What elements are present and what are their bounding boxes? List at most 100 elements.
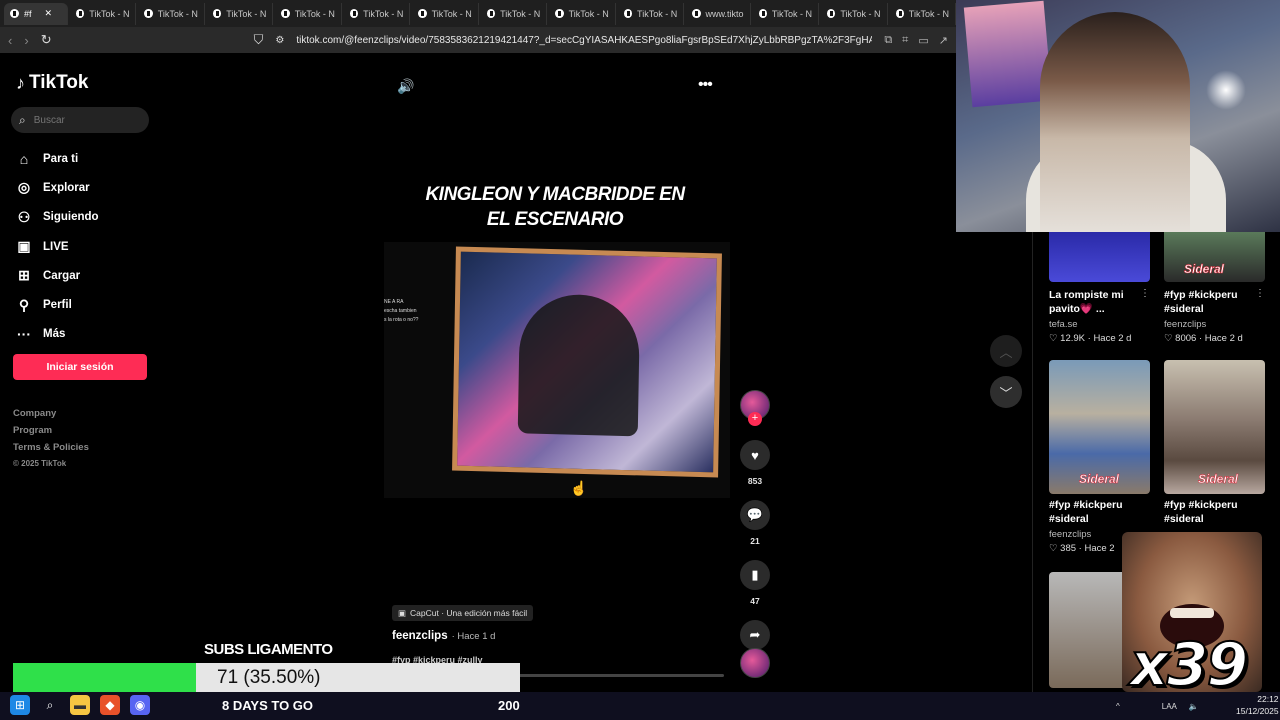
previous-video-button[interactable]: ︿ — [990, 335, 1022, 367]
forward-icon[interactable]: › — [24, 33, 28, 48]
browser-tab[interactable]: TikTok - N — [412, 2, 479, 25]
company-link[interactable]: Company — [13, 408, 89, 419]
browser-tab[interactable]: TikTok - N — [753, 2, 820, 25]
card-menu-icon[interactable]: ⋮ — [1140, 288, 1150, 299]
chevron-down-icon: ﹀ — [999, 385, 1013, 401]
tab-label: www.tikto — [705, 8, 744, 19]
browser-tab[interactable]: TikTok - N — [618, 2, 685, 25]
browser-tab[interactable]: TikTok - N — [481, 2, 548, 25]
follow-plus-icon[interactable]: + — [748, 412, 762, 426]
tab-label: TikTok - N — [431, 8, 472, 19]
site-info-icon[interactable]: ⚙ — [275, 35, 284, 46]
sidebar-item-más[interactable]: ··· Más — [16, 320, 99, 349]
video-card[interactable]: La rompiste mi pavito💗 ... ⋮ tefa.se ♡ 1… — [1049, 232, 1150, 344]
discord-icon[interactable]: ◉ — [130, 695, 150, 715]
rapper-silhouette — [517, 293, 641, 437]
browser-tab[interactable]: TikTok - N — [890, 2, 956, 25]
more-options-icon[interactable]: ••• — [698, 76, 713, 94]
sidebar-item-siguiendo[interactable]: ⚇ Siguiendo — [16, 203, 99, 232]
card-author[interactable]: tefa.se — [1049, 319, 1150, 330]
tiktok-logo[interactable]: ♪ TikTok — [16, 72, 88, 94]
browser-tab[interactable]: #f ✕ — [4, 2, 68, 25]
card-title[interactable]: La rompiste mi pavito💗 ... — [1049, 288, 1137, 316]
video-thumbnail[interactable]: Sideral — [1049, 360, 1150, 494]
search-icon: ⌕ — [19, 112, 26, 127]
video-card[interactable]: Sideral #fyp #kickperu #sideral ⋮ feenzc… — [1164, 232, 1265, 344]
sidebar-footer: Company Program Terms & Policies © 2025 … — [13, 408, 89, 468]
sidebar-item-para-ti[interactable]: ⌂ Para ti — [16, 144, 99, 173]
search-box[interactable]: ⌕ — [11, 107, 149, 133]
bookmark-icon[interactable]: ▮ — [740, 560, 770, 590]
card-author[interactable]: feenzclips — [1164, 319, 1265, 330]
video-card[interactable]: Sideral #fyp #kickperu #sideral — [1164, 360, 1265, 526]
compass-icon: ◎ — [17, 179, 31, 196]
share-arrow-icon[interactable]: ➦ — [740, 620, 770, 650]
browser-tab[interactable]: www.tikto — [686, 2, 751, 25]
video-thumbnail[interactable]: Sideral — [1164, 232, 1265, 282]
video-thumbnail[interactable]: Sideral — [1164, 360, 1265, 494]
chevron-up-tray-icon[interactable]: ^ — [1116, 702, 1120, 711]
post-time: · Hace 1 d — [451, 631, 496, 642]
search-taskbar-icon[interactable]: ⌕ — [40, 695, 60, 715]
reader-icon[interactable]: ⧉ — [884, 34, 892, 47]
browser-tab[interactable]: TikTok - N — [344, 2, 411, 25]
file-explorer-icon[interactable]: ▬ — [70, 695, 90, 715]
comment-icon[interactable]: 💬 — [740, 500, 770, 530]
tiktok-favicon-icon — [76, 9, 85, 18]
start-menu-icon[interactable]: ⊞ — [10, 695, 30, 715]
sound-disc-avatar[interactable] — [740, 648, 770, 678]
brave-browser-icon[interactable]: ◆ — [100, 695, 120, 715]
streamer-figure — [1040, 12, 1190, 232]
url-field[interactable]: tiktok.com/@feenzclips/video/75835836212… — [296, 35, 872, 46]
sidebar-item-live[interactable]: ▣ LIVE — [16, 232, 99, 261]
sidebar-item-label: Explorar — [43, 181, 90, 194]
card-title[interactable]: #fyp #kickperu #sideral — [1164, 288, 1252, 316]
sidebar-item-cargar[interactable]: ⊞ Cargar — [16, 261, 99, 290]
speaker-icon[interactable]: 🔈 — [1189, 702, 1199, 711]
cast-icon[interactable]: ▭ — [918, 34, 928, 47]
browser-tab[interactable]: TikTok - N — [207, 2, 274, 25]
card-likes: ♡ 385 — [1049, 543, 1077, 554]
profile-icon: ⚲ — [18, 296, 30, 313]
next-video-button[interactable]: ﹀ — [990, 376, 1022, 408]
share-icon[interactable]: ↗ — [939, 34, 948, 47]
like-action[interactable]: ♥ 853 — [740, 440, 770, 486]
bookmark-icon[interactable]: ⛉ — [254, 32, 264, 48]
capcut-tag[interactable]: ▣ CapCut · Una edición más fácil — [392, 605, 534, 621]
browser-tab[interactable]: TikTok - N — [70, 2, 137, 25]
save-action[interactable]: ▮ 47 — [740, 560, 770, 606]
author-name[interactable]: feenzclips — [392, 630, 448, 642]
tab-label: TikTok - N — [89, 8, 130, 19]
program-link[interactable]: Program — [13, 425, 89, 436]
translate-icon[interactable]: ⌗ — [902, 34, 908, 47]
sidebar-item-perfil[interactable]: ⚲ Perfil — [16, 290, 99, 319]
reload-icon[interactable]: ↻ — [41, 32, 52, 48]
browser-tab[interactable]: TikTok - N — [275, 2, 342, 25]
search-input[interactable] — [33, 114, 134, 126]
browser-tab[interactable]: TikTok - N — [821, 2, 888, 25]
tiktok-favicon-icon — [758, 9, 767, 18]
close-tab-icon[interactable]: ✕ — [45, 8, 53, 19]
browser-tab[interactable]: TikTok - N — [549, 2, 616, 25]
tiktok-favicon-icon — [281, 9, 290, 18]
tab-label: TikTok - N — [637, 8, 678, 19]
video-title-overlay: KINGLEON Y MACBRIDDE EN EL ESCENARIO — [425, 184, 685, 230]
video-thumbnail[interactable] — [1049, 232, 1150, 282]
heart-icon[interactable]: ♥ — [740, 440, 770, 470]
card-menu-icon[interactable]: ⋮ — [1255, 288, 1265, 299]
card-title[interactable]: #fyp #kickperu #sideral — [1049, 498, 1137, 526]
tiktok-favicon-icon — [144, 9, 153, 18]
browser-tab[interactable]: TikTok - N — [138, 2, 205, 25]
login-button[interactable]: Iniciar sesión — [13, 354, 147, 380]
terms-link[interactable]: Terms & Policies — [13, 442, 89, 453]
streamer-webcam — [956, 0, 1280, 232]
video-card[interactable]: Sideral #fyp #kickperu #sideral feenzcli… — [1049, 360, 1150, 554]
card-title[interactable]: #fyp #kickperu #sideral — [1164, 498, 1252, 526]
system-clock[interactable]: 22:12 15/12/2025 — [1236, 693, 1279, 717]
subs-goal-bar: 71 (35.50%) — [13, 663, 520, 694]
sidebar-item-explorar[interactable]: ◎ Explorar — [16, 173, 99, 202]
volume-icon[interactable]: 🔊 — [397, 78, 414, 95]
tray-lang[interactable]: LAA — [1162, 702, 1177, 711]
comment-action[interactable]: 💬 21 — [740, 500, 770, 546]
back-icon[interactable]: ‹ — [8, 33, 12, 48]
